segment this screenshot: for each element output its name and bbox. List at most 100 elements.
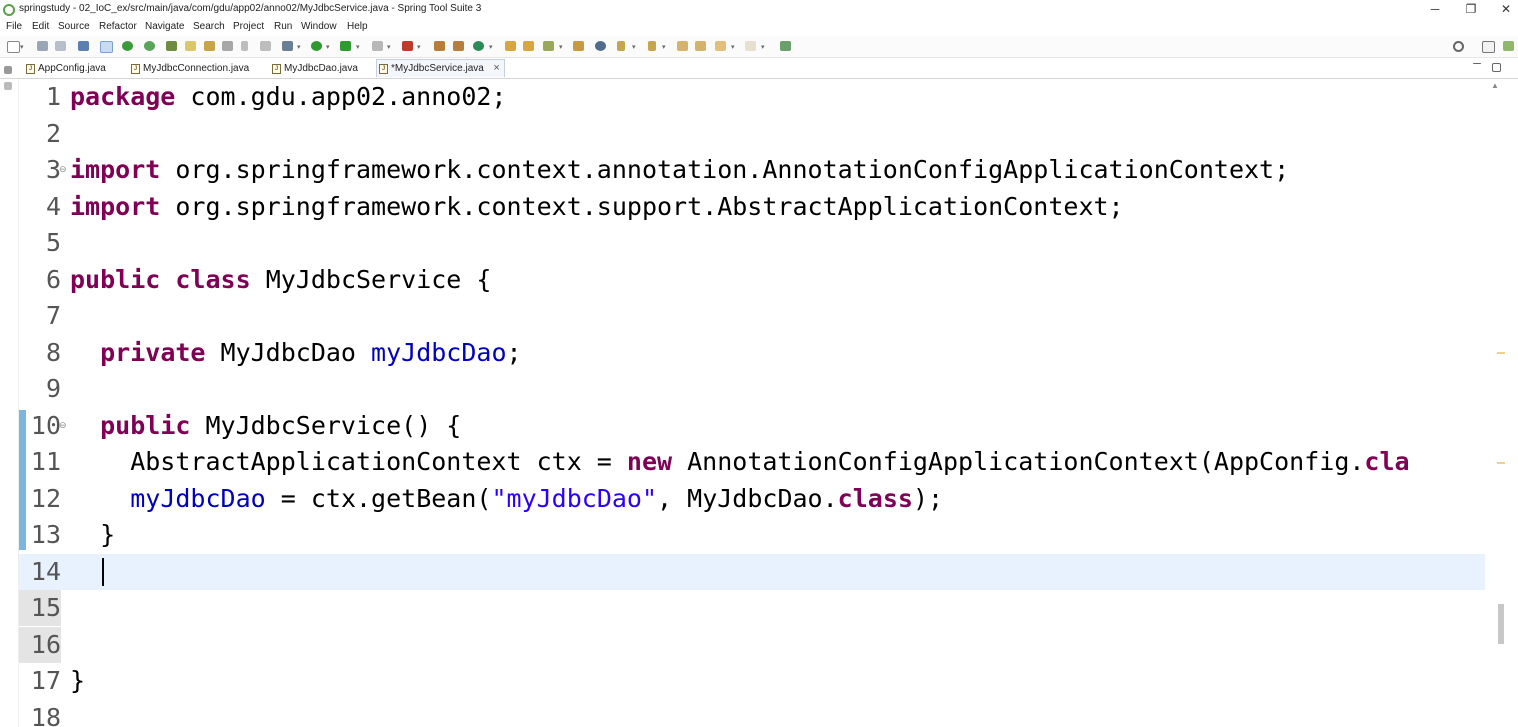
next-annotation-icon[interactable] (617, 41, 625, 51)
code-line[interactable]: 18 (19, 700, 1485, 727)
code-line[interactable]: 14 (19, 553, 1485, 590)
scrollbar-thumb[interactable] (1498, 604, 1504, 644)
view-icon[interactable] (4, 82, 12, 90)
run-icon[interactable] (311, 41, 322, 51)
code-line[interactable]: 12 myJdbcDao = ctx.getBean("myJdbcDao", … (19, 481, 1485, 517)
code-line[interactable]: 8 private MyJdbcDao myJdbcDao; (19, 335, 1485, 371)
minimize-editor-icon[interactable] (1473, 63, 1481, 64)
java-perspective-icon[interactable] (1503, 41, 1514, 51)
scroll-up-icon[interactable]: ▲ (1491, 81, 1499, 90)
open-task-icon[interactable] (523, 41, 534, 51)
toggle-mark-icon[interactable] (100, 41, 113, 53)
close-button[interactable]: ✕ (1491, 0, 1518, 20)
menu-edit[interactable]: Edit (32, 21, 49, 32)
boot-dashboard-icon[interactable] (122, 41, 133, 51)
previous-annotation-icon[interactable] (648, 41, 656, 51)
spring-icon[interactable] (144, 41, 155, 51)
open-type-icon[interactable] (505, 41, 516, 51)
dropdown-arrow-icon[interactable]: ▾ (662, 43, 666, 51)
whitespace-icon[interactable] (260, 41, 271, 51)
highlight-icon[interactable] (185, 41, 196, 51)
tab-appconfig[interactable]: J AppConfig.java (24, 60, 106, 77)
close-tab-icon[interactable]: × (493, 60, 499, 77)
new-java-icon[interactable] (473, 41, 484, 51)
pin-icon[interactable] (166, 41, 177, 51)
menu-window[interactable]: Window (301, 21, 337, 32)
maximize-editor-icon[interactable] (1492, 63, 1501, 72)
pilcrow-icon[interactable] (241, 41, 248, 51)
open-folder-icon[interactable] (573, 41, 584, 51)
menu-navigate[interactable]: Navigate (145, 21, 184, 32)
menu-source[interactable]: Source (58, 21, 90, 32)
last-edit-icon[interactable] (677, 41, 688, 51)
code-line[interactable]: 10 public MyJdbcService() {⊖ (19, 408, 1485, 444)
debug-icon[interactable] (282, 41, 293, 51)
dropdown-arrow-icon[interactable]: ▾ (761, 43, 765, 51)
minimize-button[interactable]: ─ (1420, 0, 1450, 20)
fold-toggle-icon[interactable]: ⊖ (59, 164, 67, 175)
code-line[interactable]: 11 AbstractApplicationContext ctx = new … (19, 444, 1485, 480)
dropdown-arrow-icon[interactable]: ▾ (356, 43, 360, 51)
forward-icon[interactable] (745, 41, 756, 51)
menu-search[interactable]: Search (193, 21, 225, 32)
coverage-icon[interactable] (340, 41, 351, 51)
code-line[interactable]: 17} (19, 663, 1485, 699)
vertical-scrollbar[interactable]: ▲ (1485, 79, 1518, 727)
code-line[interactable]: 3 import org.springframework.context.anno… (19, 152, 1485, 188)
menu-run[interactable]: Run (274, 21, 292, 32)
warning-overview-mark[interactable] (1497, 462, 1505, 464)
search-tool-icon[interactable] (543, 41, 554, 51)
stop-icon[interactable] (372, 41, 383, 51)
code-token: cla (1364, 447, 1410, 476)
warning-overview-mark[interactable] (1497, 352, 1505, 354)
new-class-icon[interactable] (453, 41, 464, 51)
code-line[interactable]: 6 public class MyJdbcService { (19, 262, 1485, 298)
tab-myjdbcconnection[interactable]: J MyJdbcConnection.java (129, 60, 249, 77)
restore-button[interactable]: ❐ (1456, 0, 1486, 20)
code-line[interactable]: 4 import org.springframework.context.supp… (19, 189, 1485, 225)
dropdown-arrow-icon[interactable]: ▾ (326, 43, 330, 51)
block-select-icon[interactable] (222, 41, 233, 51)
code-line[interactable]: 15 (19, 590, 1485, 626)
open-perspective-icon[interactable] (1482, 41, 1495, 53)
tab-myjdbcdao[interactable]: J MyJdbcDao.java (270, 60, 358, 77)
new-icon[interactable] (7, 41, 20, 53)
save-icon[interactable] (37, 41, 48, 51)
dropdown-arrow-icon[interactable]: ▾ (731, 43, 735, 51)
code-line[interactable]: 13 } (19, 517, 1485, 553)
code-line[interactable]: 7 (19, 298, 1485, 334)
terminal-icon[interactable] (78, 41, 89, 51)
search-icon[interactable] (1453, 41, 1464, 52)
dropdown-arrow-icon[interactable]: ▾ (632, 43, 636, 51)
code-line[interactable]: 9 (19, 371, 1485, 407)
tab-myjdbcservice[interactable]: J *MyJdbcService.java × (376, 59, 505, 77)
code-line[interactable]: 5 (19, 225, 1485, 261)
line-number: 4 (45, 191, 61, 221)
external-tools-icon[interactable] (402, 41, 413, 51)
code-line[interactable]: 2 (19, 116, 1485, 152)
dropdown-arrow-icon[interactable]: ▾ (387, 43, 391, 51)
dropdown-arrow-icon[interactable]: ▾ (559, 43, 563, 51)
pin-editor-icon[interactable] (780, 41, 791, 51)
code-line[interactable]: 1 package com.gdu.app02.anno02; (19, 79, 1485, 115)
restore-view-icon[interactable] (4, 66, 12, 74)
menu-refactor[interactable]: Refactor (99, 21, 137, 32)
dropdown-arrow-icon[interactable]: ▾ (489, 43, 493, 51)
menu-help[interactable]: Help (347, 21, 368, 32)
new-package-icon[interactable] (434, 41, 445, 51)
fold-toggle-icon[interactable]: ⊖ (59, 420, 67, 431)
menu-file[interactable]: File (6, 21, 22, 32)
back-icon[interactable] (715, 41, 726, 51)
code-line[interactable]: 16 (19, 626, 1485, 663)
globe-icon[interactable] (595, 41, 606, 51)
save-all-icon[interactable] (55, 41, 66, 51)
dropdown-arrow-icon[interactable]: ▾ (417, 43, 421, 51)
menu-project[interactable]: Project (233, 21, 264, 32)
text-caret (102, 557, 104, 586)
dropdown-arrow-icon[interactable]: ▾ (20, 43, 24, 51)
tab-label: *MyJdbcService.java (391, 63, 484, 74)
dropdown-arrow-icon[interactable]: ▾ (297, 43, 301, 51)
word-wrap-icon[interactable] (204, 41, 215, 51)
edit-location-icon[interactable] (695, 41, 706, 51)
code-editor[interactable]: 1 package com.gdu.app02.anno02; 2 3 import o… (19, 79, 1485, 727)
